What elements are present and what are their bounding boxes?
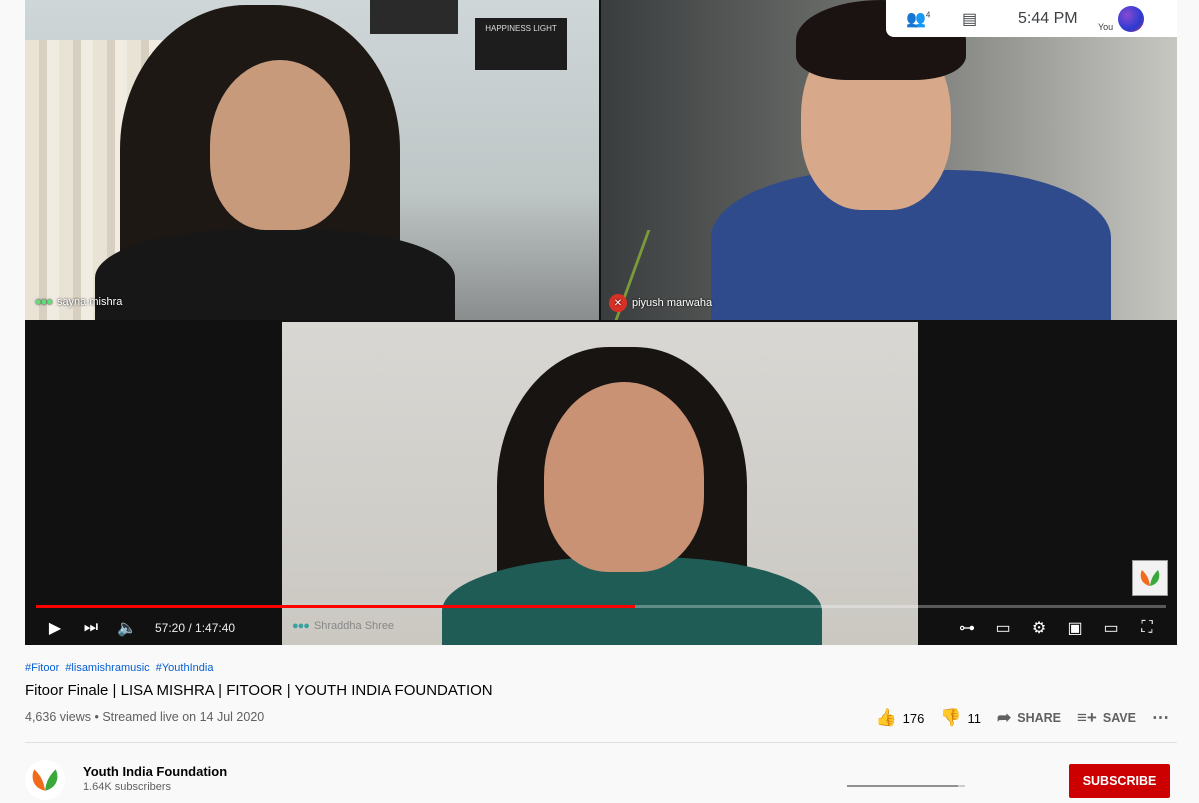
- like-button[interactable]: 👍 176: [875, 708, 924, 728]
- wall-poster-happiness: HAPPINESS LIGHT: [475, 18, 567, 70]
- playlist-add-icon: ≡+: [1077, 708, 1097, 727]
- youth-india-logo-icon: [32, 769, 58, 791]
- settings-gear-icon[interactable]: ⚙: [1021, 613, 1057, 643]
- mic-muted-icon: ✕: [609, 294, 627, 312]
- you-avatar[interactable]: You: [1098, 5, 1144, 32]
- seek-bar-played: [36, 605, 635, 608]
- thumbs-up-icon: 👍: [875, 708, 897, 727]
- subscribe-button[interactable]: SUBSCRIBE: [1069, 764, 1170, 798]
- save-button[interactable]: ≡+ SAVE: [1077, 708, 1136, 728]
- miniplayer-button[interactable]: ▣: [1057, 613, 1093, 643]
- autoplay-toggle[interactable]: ⊶: [949, 613, 985, 643]
- you-label: You: [1098, 21, 1114, 32]
- dislike-button[interactable]: 👎 11: [940, 708, 981, 728]
- subscriber-count: 1.64K subscribers: [83, 781, 172, 793]
- captions-button[interactable]: ▭: [985, 613, 1021, 643]
- next-button[interactable]: ⏭: [73, 613, 109, 643]
- player-controls-right: ⊶ ▭ ⚙ ▣ ▭ ⛶: [949, 613, 1165, 643]
- dislike-count: 11: [967, 710, 982, 726]
- chat-icon[interactable]: ▤: [962, 9, 1018, 29]
- thumbs-down-icon: 👎: [940, 708, 962, 727]
- like-count: 176: [902, 710, 925, 726]
- share-icon: ➦: [997, 708, 1012, 727]
- time-display: 57:20 / 1:47:40: [155, 621, 236, 635]
- volume-button[interactable]: 🔈: [109, 613, 145, 643]
- youth-india-logo-icon: [1140, 570, 1160, 586]
- video-player[interactable]: HAPPINESS LIGHT ●●● sayna mishra ✕ piyus…: [25, 0, 1177, 645]
- hashtag-link[interactable]: #lisamishramusic: [65, 662, 149, 674]
- participant-body: [95, 230, 455, 320]
- action-bar: 👍 176 👎 11 ➦ SHARE ≡+ SAVE ⋯: [859, 708, 1169, 728]
- hashtag-list: #Fitoor #lisamishramusic #YouthIndia: [25, 662, 1177, 674]
- view-count: 4,636 views • Streamed live on 14 Jul 20…: [25, 710, 265, 724]
- video-title: Fitoor Finale | LISA MISHRA | FITOOR | Y…: [25, 682, 493, 699]
- hashtag-link[interactable]: #YouthIndia: [156, 662, 214, 674]
- participant-face: [544, 382, 704, 572]
- channel-name[interactable]: Youth India Foundation: [83, 764, 227, 779]
- play-button[interactable]: ▶: [37, 613, 73, 643]
- player-controls: ▶ ⏭ 🔈 57:20 / 1:47:40 ⊶ ▭ ⚙ ▣ ▭ ⛶: [25, 611, 1177, 645]
- channel-avatar[interactable]: [25, 760, 65, 800]
- participant-tile-shraddha: ●●● Shraddha Shree: [282, 322, 918, 645]
- audio-level-icon: ●●●: [35, 296, 53, 308]
- wall-poster: [370, 0, 458, 34]
- participant-name: sayna mishra: [56, 296, 123, 308]
- seek-bar[interactable]: [36, 605, 1166, 608]
- stats-row: 4,636 views • Streamed live on 14 Jul 20…: [25, 708, 1177, 787]
- hashtag-link[interactable]: #Fitoor: [25, 662, 59, 674]
- more-actions-button[interactable]: ⋯: [1152, 708, 1169, 728]
- more-horiz-icon: ⋯: [1152, 708, 1169, 727]
- people-icon[interactable]: 👥4: [906, 9, 962, 29]
- save-label: SAVE: [1102, 711, 1136, 725]
- participant-tile-piyush: ✕ piyush marwaha 👥4 ▤ 5:44 PM You: [601, 0, 1177, 320]
- meet-toolbar: 👥4 ▤ 5:44 PM You: [886, 0, 1177, 37]
- fullscreen-button[interactable]: ⛶: [1129, 613, 1165, 643]
- participant-name: piyush marwaha: [632, 297, 713, 309]
- share-button[interactable]: ➦ SHARE: [997, 708, 1061, 728]
- participant-name-tag: ✕ piyush marwaha: [609, 294, 712, 312]
- theater-mode-button[interactable]: ▭: [1093, 613, 1129, 643]
- participant-tile-sayna: HAPPINESS LIGHT ●●● sayna mishra: [25, 0, 599, 320]
- channel-watermark[interactable]: [1132, 560, 1168, 596]
- channel-row: Youth India Foundation 1.64K subscribers…: [25, 758, 1177, 800]
- share-label: SHARE: [1017, 711, 1062, 725]
- participant-face: [210, 60, 350, 230]
- divider: [25, 742, 1177, 743]
- participant-name-tag: ●●● sayna mishra: [35, 296, 122, 308]
- video-meta: #Fitoor #lisamishramusic #YouthIndia Fit…: [25, 662, 1177, 787]
